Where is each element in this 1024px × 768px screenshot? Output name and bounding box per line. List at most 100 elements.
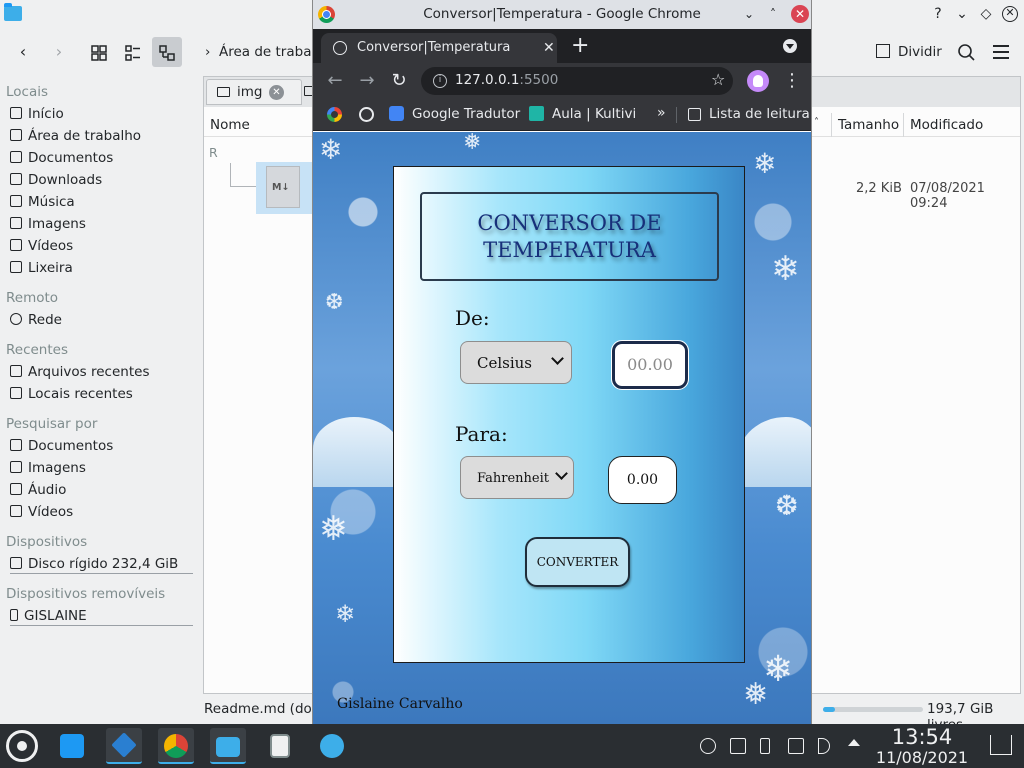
place-recent-files[interactable]: Arquivos recentes bbox=[10, 362, 149, 382]
browser-tab[interactable]: Conversor|Temperatura ✕ bbox=[321, 33, 557, 63]
help-icon[interactable]: ? bbox=[928, 4, 948, 24]
reload-icon[interactable]: ↻ bbox=[387, 69, 411, 93]
back-button[interactable]: ‹ bbox=[8, 37, 38, 67]
place-label: Arquivos recentes bbox=[28, 364, 150, 380]
result-output: 0.00 bbox=[608, 456, 677, 504]
bookmark-aula-kultivi[interactable]: Aula | Kultivi bbox=[529, 106, 636, 122]
sort-chevron-icon[interactable]: ˄ bbox=[814, 117, 819, 128]
place-label: Locais recentes bbox=[28, 386, 133, 402]
column-modified[interactable]: Modificado bbox=[903, 113, 1020, 137]
column-size[interactable]: Tamanho bbox=[831, 113, 903, 137]
close-tab-icon[interactable]: ✕ bbox=[269, 85, 284, 100]
app-launcher-icon[interactable] bbox=[6, 730, 38, 762]
clock-time[interactable]: 13:54 bbox=[870, 725, 974, 749]
compact-view-button[interactable] bbox=[118, 37, 148, 67]
back-arrow-icon[interactable]: ← bbox=[323, 69, 347, 93]
home-icon bbox=[10, 107, 22, 119]
taskbar-chrome[interactable] bbox=[158, 728, 194, 764]
image-icon bbox=[10, 461, 22, 473]
address-bar[interactable]: i 127.0.0.1:5500 ☆ bbox=[421, 67, 733, 95]
keep-above-icon[interactable]: ◇ bbox=[976, 4, 996, 24]
bookmark-google-tradutor[interactable]: Google Tradutor bbox=[389, 106, 520, 122]
place-network[interactable]: Rede bbox=[10, 310, 62, 330]
free-space-bar bbox=[823, 707, 923, 712]
place-images[interactable]: Imagens bbox=[10, 214, 86, 234]
device-usb-gislaine[interactable]: GISLAINE bbox=[10, 606, 193, 626]
show-desktop-icon[interactable] bbox=[990, 735, 1012, 755]
forward-button[interactable]: › bbox=[44, 37, 74, 67]
update-icon[interactable] bbox=[700, 738, 716, 754]
place-trash[interactable]: Lixeira bbox=[10, 258, 73, 278]
places-panel: Locais Início Área de trabalho Documento… bbox=[0, 80, 200, 720]
folder-app-icon bbox=[4, 3, 22, 21]
column-name[interactable]: Nome bbox=[210, 117, 250, 133]
network-icon[interactable] bbox=[788, 738, 804, 754]
search-audio[interactable]: Áudio bbox=[10, 480, 66, 500]
new-tab-button[interactable]: + bbox=[571, 33, 589, 59]
taskbar-vscode[interactable] bbox=[106, 728, 142, 764]
device-hard-disk[interactable]: Disco rígido 232,4 GiB bbox=[10, 554, 193, 574]
google-icon[interactable] bbox=[327, 107, 342, 122]
taskbar-dolphin[interactable] bbox=[210, 728, 246, 764]
taskbar-image-viewer[interactable] bbox=[262, 728, 298, 764]
icons-view-button[interactable] bbox=[84, 37, 114, 67]
place-desktop[interactable]: Área de trabalho bbox=[10, 126, 141, 146]
taskbar-kde-connect[interactable] bbox=[314, 728, 350, 764]
details-view-button[interactable] bbox=[152, 37, 182, 67]
snowflake-icon: ❆ bbox=[325, 290, 344, 315]
to-unit-select[interactable]: Fahrenheit bbox=[460, 456, 574, 499]
from-unit-select[interactable]: Celsius bbox=[460, 341, 572, 384]
minimize-icon[interactable]: ⌄ bbox=[741, 6, 757, 22]
search-documents[interactable]: Documentos bbox=[10, 436, 113, 456]
hamburger-menu-button[interactable] bbox=[988, 37, 1014, 67]
url-host: 127.0.0.1 bbox=[455, 72, 520, 88]
clipboard-icon[interactable] bbox=[730, 738, 746, 754]
chrome-tabstrip: Conversor|Temperatura ✕ + bbox=[313, 29, 811, 63]
chrome-titlebar: Conversor|Temperatura - Google Chrome ⌄ … bbox=[313, 0, 811, 29]
profile-avatar[interactable] bbox=[747, 70, 769, 92]
chrome-toolbar: ← → ↻ i 127.0.0.1:5500 ☆ ⋮ bbox=[313, 63, 811, 99]
place-documents[interactable]: Documentos bbox=[10, 148, 113, 168]
place-videos[interactable]: Vídeos bbox=[10, 236, 73, 256]
snowflake-icon: ❄ bbox=[753, 147, 777, 180]
place-recent-locations[interactable]: Locais recentes bbox=[10, 384, 133, 404]
chrome-icon bbox=[164, 734, 188, 758]
close-icon[interactable]: ✕ bbox=[1002, 6, 1018, 22]
close-tab-icon[interactable]: ✕ bbox=[543, 33, 555, 63]
bookmark-star-icon[interactable]: ☆ bbox=[711, 70, 725, 89]
place-label: Área de trabalho bbox=[28, 128, 142, 144]
forward-arrow-icon[interactable]: → bbox=[355, 69, 379, 93]
volume-icon[interactable] bbox=[818, 738, 830, 754]
search-images[interactable]: Imagens bbox=[10, 458, 86, 478]
search-videos[interactable]: Vídeos bbox=[10, 502, 73, 522]
tray-expand-icon[interactable] bbox=[848, 739, 860, 746]
snowflake-icon: ❄ bbox=[319, 133, 343, 166]
kebab-menu-icon[interactable]: ⋮ bbox=[783, 69, 801, 93]
tab-search-icon[interactable] bbox=[783, 39, 797, 53]
clock-date[interactable]: 11/08/2021 bbox=[870, 748, 974, 767]
place-music[interactable]: Música bbox=[10, 192, 75, 212]
temperature-input[interactable]: 00.00 bbox=[611, 340, 689, 390]
globe-icon[interactable] bbox=[359, 107, 374, 122]
minimize-icon[interactable]: ⌄ bbox=[952, 4, 972, 24]
tab-img[interactable]: img ✕ bbox=[206, 79, 302, 105]
place-home[interactable]: Início bbox=[10, 104, 64, 124]
place-downloads[interactable]: Downloads bbox=[10, 170, 102, 190]
maximize-icon[interactable]: ˄ bbox=[765, 6, 781, 22]
search-button[interactable] bbox=[954, 37, 980, 67]
file-row-readme[interactable]: M↓ bbox=[256, 162, 316, 214]
removable-device-icon[interactable] bbox=[760, 738, 770, 754]
close-window-icon[interactable]: ✕ bbox=[791, 5, 809, 23]
taskbar-discover[interactable] bbox=[54, 728, 90, 764]
tab-title: Conversor|Temperatura bbox=[357, 40, 511, 55]
info-icon[interactable]: i bbox=[433, 74, 447, 88]
more-bookmarks-icon[interactable]: » bbox=[657, 105, 666, 121]
window-title: Conversor|Temperatura - Google Chrome bbox=[423, 6, 701, 22]
bookmark-label: Google Tradutor bbox=[412, 106, 521, 122]
reading-list-button[interactable]: Lista de leitura bbox=[688, 106, 810, 122]
convert-button[interactable]: CONVERTER bbox=[525, 537, 630, 587]
split-label: Dividir bbox=[898, 44, 942, 60]
split-button[interactable]: Dividir bbox=[876, 37, 946, 67]
breadcrumb[interactable]: › Área de trabalh bbox=[205, 44, 324, 60]
footer-author: Gislaine Carvalho bbox=[337, 696, 463, 712]
